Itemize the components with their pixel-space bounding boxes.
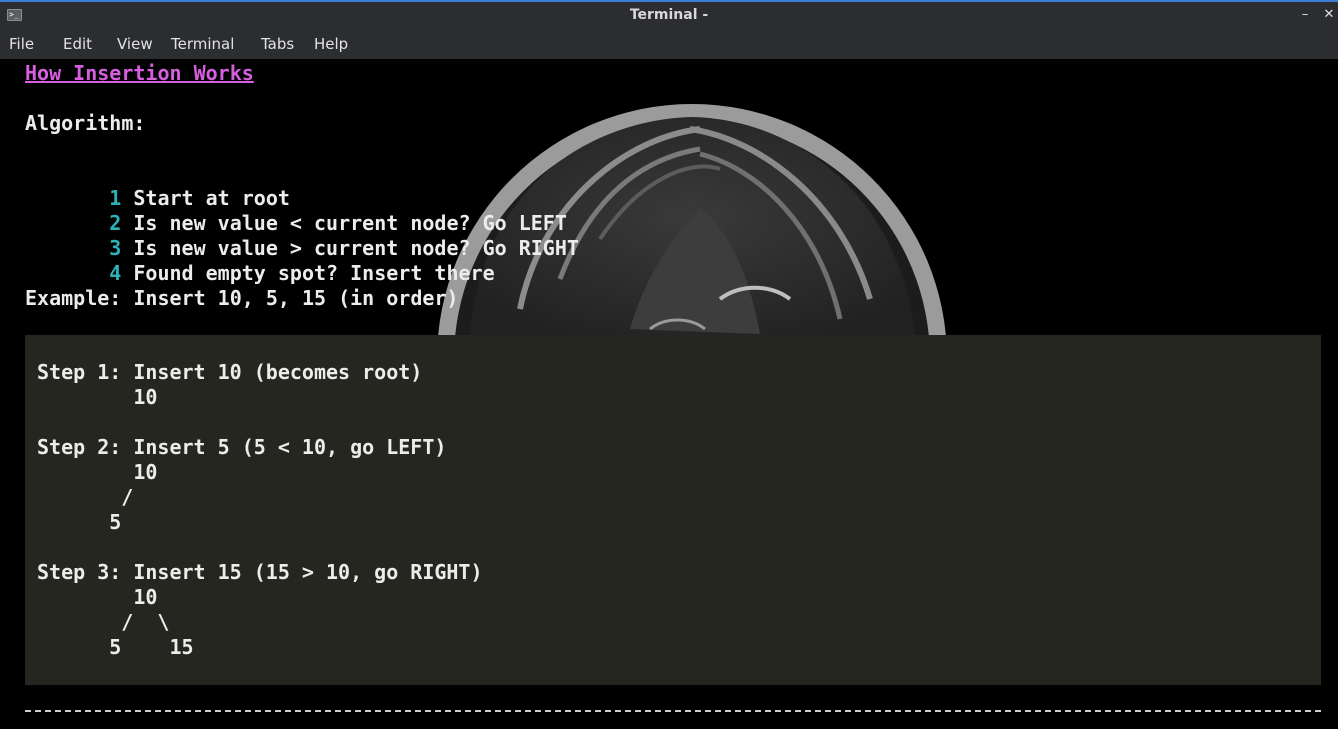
step-item: 4 Found empty spot? Insert there — [25, 236, 494, 285]
example-line: Example: Insert 10, 5, 15 (in order) — [25, 286, 459, 310]
code-line: 10 — [37, 385, 158, 409]
step-number: 4 — [109, 261, 122, 285]
minimize-button[interactable]: – — [1296, 6, 1314, 24]
terminal-output[interactable]: How Insertion Works Algorithm: 1 Start a… — [0, 59, 1338, 729]
menu-edit[interactable]: Edit — [63, 35, 92, 53]
code-line: 5 15 — [37, 635, 194, 659]
menu-tabs[interactable]: Tabs — [261, 35, 294, 53]
code-line: 5 — [37, 510, 122, 534]
step-item: 2 Is new value < current node? Go LEFT — [25, 186, 567, 235]
code-line: / — [37, 485, 134, 509]
code-line: 10 — [37, 585, 158, 609]
title-bar[interactable]: >_ Terminal - – ✕ — [0, 0, 1338, 30]
menu-file[interactable]: File — [9, 35, 34, 53]
menu-terminal[interactable]: Terminal — [171, 35, 234, 53]
step-text: Found empty spot? Insert there — [133, 261, 495, 285]
code-line: Step 1: Insert 10 (becomes root) — [37, 360, 423, 384]
menu-view[interactable]: View — [117, 35, 153, 53]
code-line: Step 3: Insert 15 (15 > 10, go RIGHT) — [37, 560, 483, 584]
step-item: 1 Start at root — [25, 161, 290, 210]
code-block: Step 1: Insert 10 (becomes root) 10 Step… — [25, 335, 1321, 685]
step-item: 3 Is new value > current node? Go RIGHT — [25, 211, 579, 260]
code-line: / \ — [37, 610, 170, 634]
code-line: Step 2: Insert 5 (5 < 10, go LEFT) — [37, 435, 447, 459]
code-line: 10 — [37, 460, 158, 484]
dashed-divider — [25, 710, 1321, 712]
algorithm-label: Algorithm: — [25, 111, 146, 135]
section-heading: How Insertion Works — [25, 61, 254, 85]
window-title: Terminal - — [629, 7, 709, 23]
menu-help[interactable]: Help — [314, 35, 348, 53]
menu-bar: File Edit View Terminal Tabs Help — [0, 30, 1338, 59]
close-button[interactable]: ✕ — [1320, 6, 1338, 24]
terminal-window: >_ Terminal - – ✕ File Edit View Termina… — [0, 0, 1338, 729]
